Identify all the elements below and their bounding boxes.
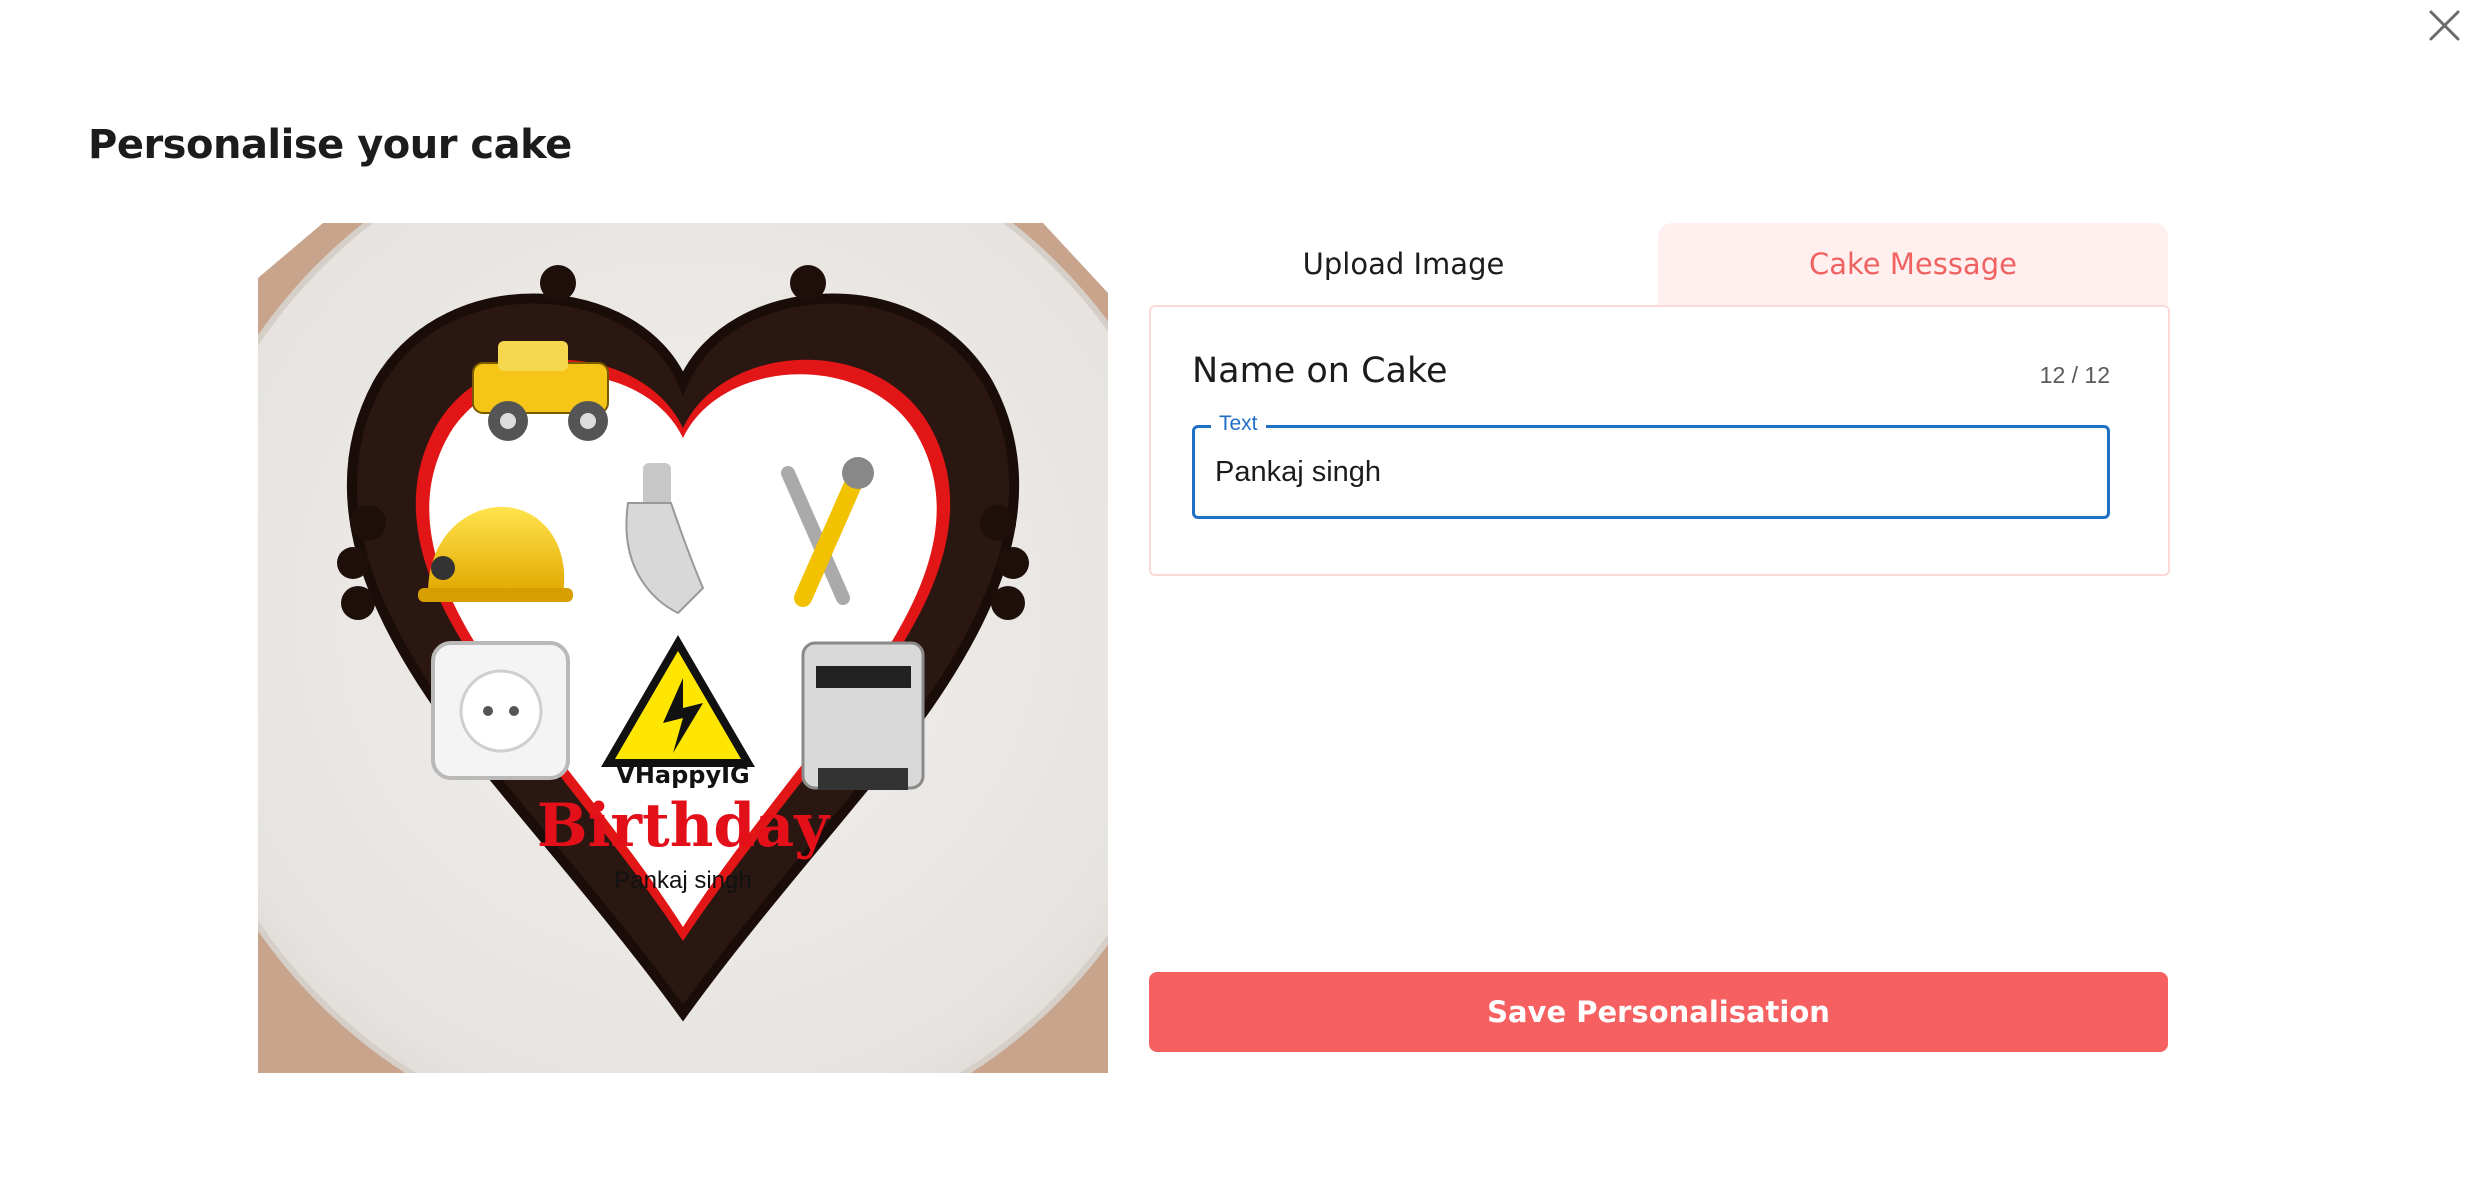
cake-message-panel: Name on Cake 12 / 12 Text	[1149, 305, 2170, 576]
cake-name-text: Pankaj singh	[614, 867, 751, 894]
tab-cake-message[interactable]: Cake Message	[1658, 223, 2168, 305]
character-counter: 12 / 12	[2039, 362, 2110, 388]
save-personalisation-button[interactable]: Save Personalisation	[1149, 972, 2168, 1052]
name-on-cake-input[interactable]	[1215, 428, 2075, 516]
field-title: Name on Cake	[1192, 351, 1448, 391]
cake-preview: VHappyIG Birthday Pankaj singh	[258, 223, 1108, 1073]
personalise-tabs: Upload Image Cake Message	[1149, 223, 2168, 305]
heart-cake-preview-icon: VHappyIG Birthday Pankaj singh	[258, 223, 1108, 1073]
close-button[interactable]	[2422, 4, 2462, 44]
cake-greeting-text: Birthday	[537, 791, 831, 861]
cake-overlay-text: VHappyIG	[616, 761, 750, 789]
name-on-cake-field[interactable]: Text	[1192, 412, 2110, 519]
page-title: Personalise your cake	[88, 122, 572, 168]
tab-upload-image[interactable]: Upload Image	[1149, 223, 1658, 305]
personalise-modal: Personalise your cake VHappyIG Birthday …	[0, 0, 2482, 1184]
close-icon	[2429, 10, 2460, 41]
